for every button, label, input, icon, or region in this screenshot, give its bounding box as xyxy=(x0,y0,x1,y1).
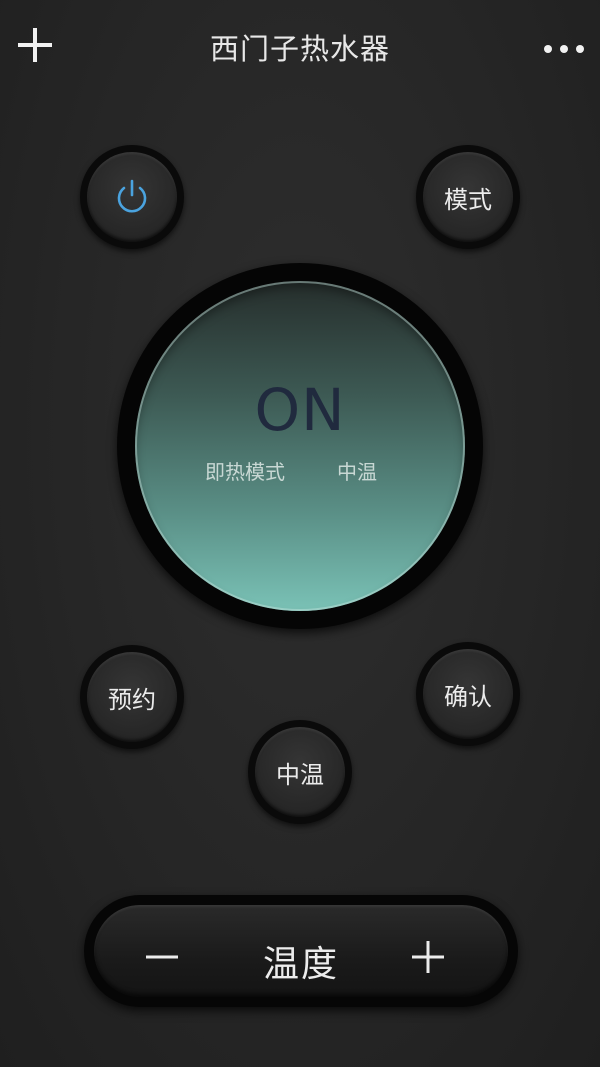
remote-screen: 西门子热水器 模式 ON 即热模式 中温 预约 确认 中温 温度 xyxy=(0,0,600,1067)
status-display: ON 即热模式 中温 xyxy=(135,281,465,611)
mode-button-label: 模式 xyxy=(444,185,492,214)
temperature-increase-button[interactable] xyxy=(398,927,458,987)
status-display-ring: ON 即热模式 中温 xyxy=(117,263,483,629)
mode-button[interactable]: 模式 xyxy=(416,145,520,249)
temperature-level-button-label: 中温 xyxy=(276,760,324,789)
confirm-button-label: 确认 xyxy=(444,682,492,711)
more-button[interactable] xyxy=(542,30,586,68)
temperature-control-face: 温度 xyxy=(94,905,508,997)
plus-icon xyxy=(412,941,444,973)
power-icon xyxy=(117,179,147,213)
power-state-text: ON xyxy=(254,376,346,444)
more-dots-icon xyxy=(544,45,584,53)
temperature-level-button[interactable]: 中温 xyxy=(248,720,352,824)
schedule-button-label: 预约 xyxy=(108,685,156,714)
confirm-button[interactable]: 确认 xyxy=(416,642,520,746)
top-bar: 西门子热水器 xyxy=(0,0,600,92)
schedule-button[interactable]: 预约 xyxy=(80,645,184,749)
page-title: 西门子热水器 xyxy=(209,32,390,66)
current-temperature-text: 中温 xyxy=(337,460,377,484)
power-button[interactable] xyxy=(80,145,184,249)
current-mode-text: 即热模式 xyxy=(205,460,285,484)
temperature-control: 温度 xyxy=(84,895,518,1007)
